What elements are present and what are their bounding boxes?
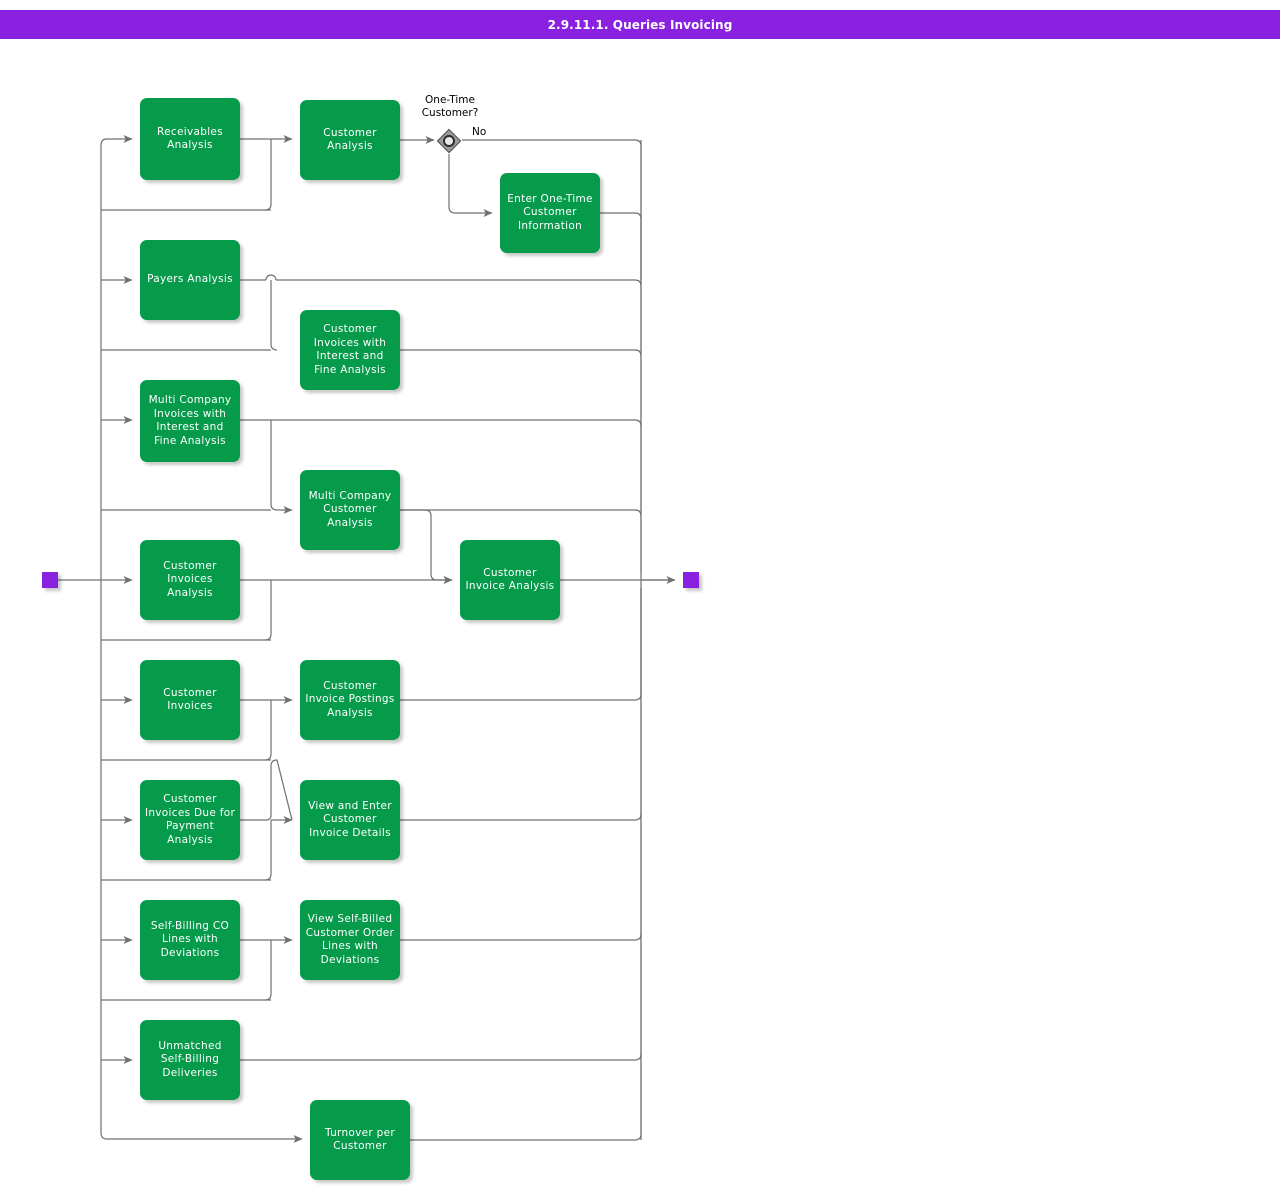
node-enter-one-time-customer-information[interactable]: Enter One-Time Customer Information <box>500 173 600 253</box>
node-label: Receivables Analysis <box>157 126 223 153</box>
node-customer-invoices[interactable]: Customer Invoices <box>140 660 240 740</box>
gateway-one-time-customer[interactable] <box>436 128 462 154</box>
edge-mciwif-out <box>240 420 641 426</box>
edge-unmatched-out <box>240 1054 641 1060</box>
node-turnover-per-customer[interactable]: Turnover per Customer <box>310 1100 410 1180</box>
node-self-billing-co-lines-with-deviations[interactable]: Self-Billing CO Lines with Deviations <box>140 900 240 980</box>
gateway-label: One-Time Customer? <box>400 94 500 120</box>
end-event[interactable] <box>683 572 699 588</box>
edge-mid-to-multicompany-customer <box>271 420 292 510</box>
node-payers-analysis[interactable]: Payers Analysis <box>140 240 240 320</box>
node-customer-invoices-due-for-payment-analysis[interactable]: Customer Invoices Due for Payment Analys… <box>140 780 240 860</box>
edge-gateway-yes <box>449 154 492 213</box>
node-view-self-billed-customer-order-lines-with-deviations[interactable]: View Self-Billed Customer Order Lines wi… <box>300 900 400 980</box>
node-customer-invoice-postings-analysis[interactable]: Customer Invoice Postings Analysis <box>300 660 400 740</box>
start-event[interactable] <box>42 572 58 588</box>
edge-selfbilling-drop <box>265 940 271 1000</box>
node-unmatched-self-billing-deliveries[interactable]: Unmatched Self-Billing Deliveries <box>140 1020 240 1100</box>
gateway-no-label: No <box>472 126 486 138</box>
edge-due-drop <box>265 820 271 880</box>
edge-turnover-out <box>410 588 641 1140</box>
edge-onetime-to-bus <box>600 213 641 280</box>
edge-ciwif-out <box>400 350 641 356</box>
node-label: View and Enter Customer Invoice Details <box>308 800 392 841</box>
node-label: Customer Invoices Analysis <box>163 560 216 601</box>
node-customer-invoice-analysis[interactable]: Customer Invoice Analysis <box>460 540 560 620</box>
edge-viewselfbilled-out <box>400 934 641 940</box>
node-label: Enter One-Time Customer Information <box>507 193 593 234</box>
edge-cinv-drop <box>265 580 271 640</box>
node-label: Customer Invoices Due for Payment Analys… <box>145 793 235 847</box>
node-label: Multi Company Customer Analysis <box>309 490 392 531</box>
node-label: Multi Company Invoices with Interest and… <box>149 394 232 448</box>
node-multi-company-invoices-with-interest-and-fine-analysis[interactable]: Multi Company Invoices with Interest and… <box>140 380 240 462</box>
edge-view-out <box>400 814 641 820</box>
edge-hop-payers <box>266 275 276 280</box>
edge-bus-to-receivables <box>101 139 132 580</box>
node-multi-company-customer-analysis[interactable]: Multi Company Customer Analysis <box>300 470 400 550</box>
node-label: View Self-Billed Customer Order Lines wi… <box>306 913 394 967</box>
edge-mcca-to-cia <box>400 510 452 580</box>
edge-due-riser <box>240 760 292 820</box>
edge-payers-out <box>240 280 641 286</box>
node-label: Customer Invoice Analysis <box>466 567 555 594</box>
node-label: Unmatched Self-Billing Deliveries <box>158 1040 221 1081</box>
node-label: Payers Analysis <box>147 273 233 287</box>
node-label: Turnover per Customer <box>325 1127 395 1154</box>
node-view-and-enter-customer-invoice-details[interactable]: View and Enter Customer Invoice Details <box>300 780 400 860</box>
edge-mid-drop-a <box>271 280 277 350</box>
flowchart-page: 2.9.11.1. Queries Invoicing <box>0 0 1280 1190</box>
node-label: Self-Billing CO Lines with Deviations <box>151 920 229 961</box>
node-label: Customer Invoices with Interest and Fine… <box>314 323 387 377</box>
node-label: Customer Invoices <box>163 687 216 714</box>
edge-postings-drop <box>265 700 271 760</box>
edge-receivables-drop <box>265 139 271 210</box>
node-receivables-analysis[interactable]: Receivables Analysis <box>140 98 240 180</box>
edge-mcca-out <box>400 510 641 516</box>
node-customer-invoices-with-interest-and-fine-analysis[interactable]: Customer Invoices with Interest and Fine… <box>300 310 400 390</box>
node-customer-analysis[interactable]: Customer Analysis <box>300 100 400 180</box>
node-customer-invoices-analysis[interactable]: Customer Invoices Analysis <box>140 540 240 620</box>
node-label: Customer Analysis <box>323 127 376 154</box>
node-label: Customer Invoice Postings Analysis <box>305 680 394 721</box>
